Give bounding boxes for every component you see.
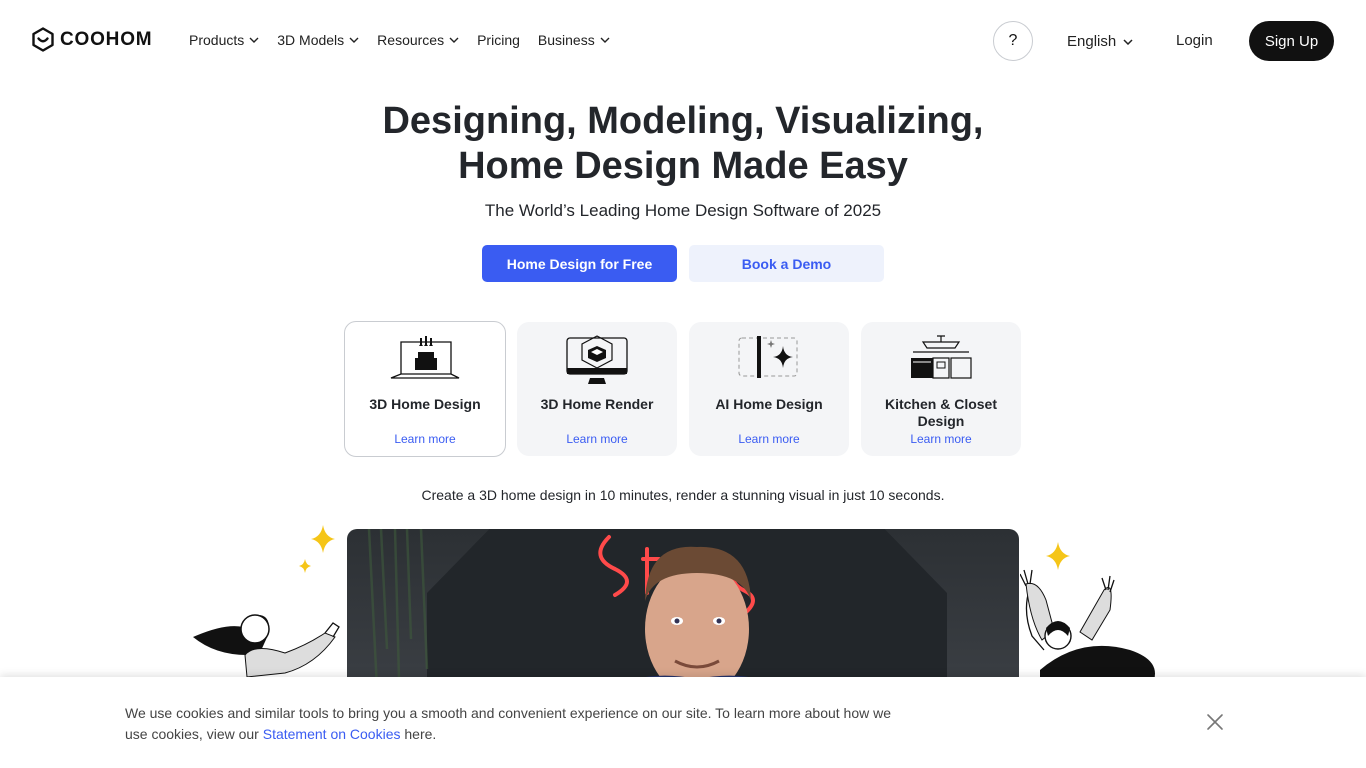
learn-more-link[interactable]: Learn more — [689, 432, 849, 446]
hero-title: Designing, Modeling, Visualizing, Home D… — [0, 99, 1366, 189]
nav-pricing[interactable]: Pricing — [477, 32, 520, 48]
card-title: AI Home Design — [715, 396, 823, 412]
demo-video[interactable] — [347, 529, 1019, 689]
home-design-free-button[interactable]: Home Design for Free — [482, 245, 677, 282]
cookie-banner: We use cookies and similar tools to brin… — [0, 677, 1366, 768]
nav-resources[interactable]: Resources — [377, 32, 459, 48]
chevron-down-icon — [600, 37, 610, 43]
chevron-down-icon — [1123, 38, 1133, 45]
nav-products[interactable]: Products — [189, 32, 259, 48]
card-title: 3D Home Render — [540, 396, 654, 412]
person-illustration-right — [1020, 542, 1155, 680]
card-3d-home-render[interactable]: 3D Home Render Learn more — [517, 322, 677, 456]
chevron-down-icon — [449, 37, 459, 43]
hero-title-line-2: Home Design Made Easy — [458, 145, 908, 187]
logo-hexagon-icon — [32, 27, 54, 52]
logo-text: COOHOM — [60, 28, 153, 50]
cookie-text-before: We use cookies and similar tools to brin… — [125, 705, 892, 742]
nav-products-label: Products — [189, 32, 245, 48]
sign-up-button[interactable]: Sign Up — [1249, 21, 1334, 61]
card-kitchen-closet-design[interactable]: Kitchen & Closet Design Learn more — [861, 322, 1021, 456]
book-demo-button[interactable]: Book a Demo — [689, 245, 884, 282]
sparkle-icon — [311, 525, 335, 553]
nav-3d-models[interactable]: 3D Models — [277, 32, 359, 48]
language-label: English — [1067, 33, 1117, 50]
sparkle-icon — [1046, 542, 1070, 570]
cookie-text-after: here. — [400, 726, 437, 742]
video-frame-illustration — [367, 529, 787, 689]
close-icon[interactable] — [1205, 712, 1225, 732]
top-navigation-bar: COOHOM Products 3D Models Resources Pric… — [0, 0, 1366, 82]
coohom-logo[interactable]: COOHOM — [32, 27, 152, 52]
nav-pricing-label: Pricing — [477, 32, 520, 48]
ai-home-design-icon — [738, 336, 798, 378]
learn-more-link[interactable]: Learn more — [861, 432, 1021, 446]
card-ai-home-design[interactable]: AI Home Design Learn more — [689, 322, 849, 456]
card-title: 3D Home Design — [369, 396, 481, 412]
sparkle-icon — [299, 559, 311, 573]
language-selector[interactable]: English — [1067, 33, 1133, 50]
learn-more-link[interactable]: Learn more — [517, 432, 677, 446]
hero-tagline: Create a 3D home design in 10 minutes, r… — [421, 487, 945, 503]
hero-title-line-1: Designing, Modeling, Visualizing, — [382, 100, 984, 142]
card-3d-home-design[interactable]: 3D Home Design Learn more — [344, 321, 506, 457]
help-button[interactable]: ? — [993, 21, 1033, 61]
learn-more-link[interactable]: Learn more — [345, 432, 505, 446]
cookie-message: We use cookies and similar tools to brin… — [125, 703, 915, 745]
main-nav: Products 3D Models Resources Pricing Bus… — [189, 32, 610, 48]
chevron-down-icon — [249, 37, 259, 43]
hero-subtitle: The World’s Leading Home Design Software… — [484, 201, 882, 220]
kitchen-closet-icon — [911, 335, 972, 379]
card-title: Kitchen & Closet Design — [884, 396, 997, 429]
3d-home-render-icon — [566, 335, 628, 384]
nav-business[interactable]: Business — [538, 32, 610, 48]
nav-3d-models-label: 3D Models — [277, 32, 345, 48]
chevron-down-icon — [349, 37, 359, 43]
woman-illustration-left — [193, 525, 340, 678]
login-link[interactable]: Login — [1176, 32, 1213, 49]
3d-home-design-icon — [390, 336, 460, 379]
statement-on-cookies-link[interactable]: Statement on Cookies — [263, 726, 401, 742]
nav-business-label: Business — [537, 32, 595, 48]
nav-resources-label: Resources — [377, 32, 445, 48]
